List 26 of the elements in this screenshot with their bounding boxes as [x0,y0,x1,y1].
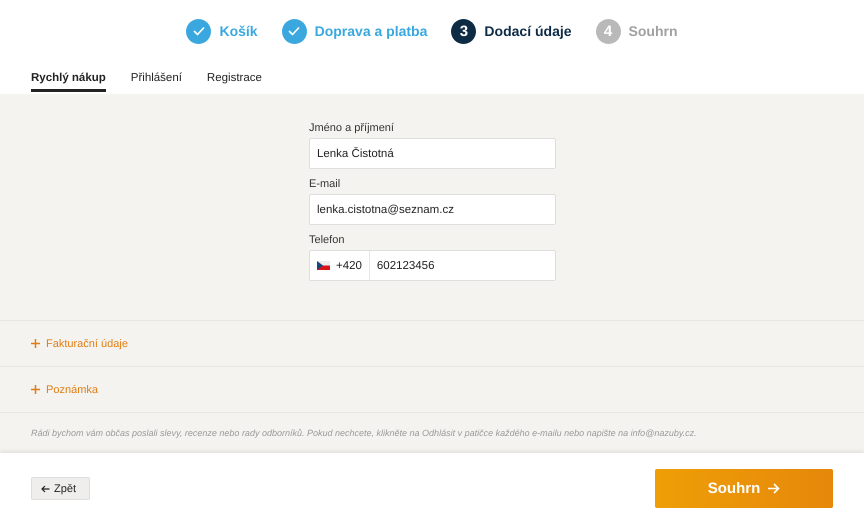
input-field[interactable]: lenka.cistotna@seznam.cz [309,194,556,226]
field-label: Jméno a příjmení [309,122,395,134]
step-label: Souhrn [628,23,678,40]
step-number: 3 [451,18,476,44]
plus-icon [31,339,40,348]
plus-icon [31,385,40,394]
arrow-left-icon [41,484,50,493]
phone-field[interactable]: +420 602123456 [309,250,556,282]
field-label: E-mail [309,178,342,190]
country-prefix[interactable]: +420 [310,251,370,280]
newsletter-notice: Rádi bychom vám občas poslali slevy, recenze nebo rady odborníků. Pokud nechcete, klikněte na Odhlásit v patičce každého e-mailu nebo napište na info@nazuby.cz. [0,412,864,454]
step-label: Dodací údaje [484,23,572,40]
input-field[interactable]: Lenka Čistotná [309,138,556,170]
step-label: Košík [219,23,258,40]
step-label: Doprava a platba [314,23,428,40]
arrow-right-icon [768,483,780,494]
tab[interactable]: Registrace [206,62,262,92]
field-label: Telefon [309,234,346,246]
check-icon [288,26,300,36]
phone-value: 602123456 [376,260,434,272]
flag-icon [317,261,330,270]
prefix-text: +420 [336,260,362,272]
check-icon [192,26,205,36]
step-number: 4 [596,18,621,44]
tab[interactable]: Přihlášení [130,62,182,92]
back-button[interactable]: Zpět [31,477,90,500]
